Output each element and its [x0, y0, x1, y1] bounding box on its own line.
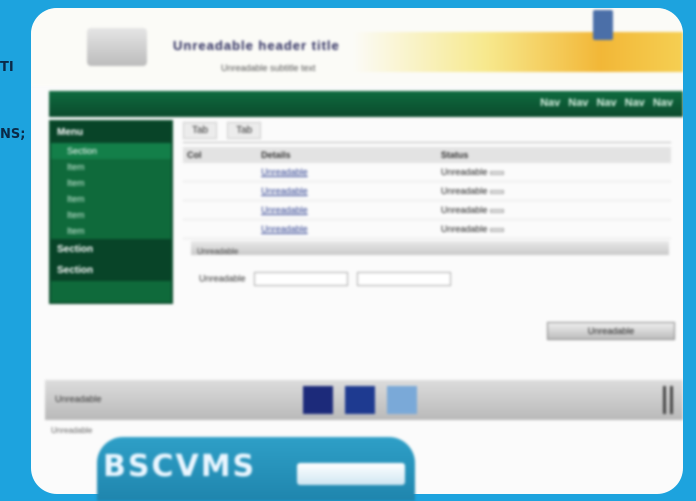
row-status: Unreadable	[440, 186, 488, 196]
edge-text-2: NS;	[0, 127, 26, 142]
table-link[interactable]: Unreadable	[257, 181, 437, 201]
column-header: Col	[183, 147, 258, 163]
edge-text-1: TI	[0, 60, 14, 75]
nav-item[interactable]: Nav	[653, 97, 673, 109]
taskbar-app-icon[interactable]	[345, 386, 375, 414]
taskbar-app-icon[interactable]	[303, 386, 333, 414]
form-field[interactable]	[254, 272, 349, 286]
footer-text: Unreadable	[51, 426, 93, 435]
top-navbar: Nav Nav Nav Nav Nav	[49, 91, 683, 117]
taskbar-bars	[663, 386, 673, 414]
main-content: Tab Tab Col Details Status Unreadable Un…	[183, 122, 671, 332]
sidebar-item[interactable]: Section	[51, 143, 171, 159]
form-row: Unreadable	[199, 272, 451, 286]
table-cell	[183, 163, 258, 182]
site-subtitle: Unreadable subtitle text	[221, 63, 316, 73]
promo-bar	[297, 463, 405, 485]
table-link[interactable]: Unreadable	[257, 219, 437, 239]
nav-item[interactable]: Nav	[568, 97, 588, 109]
row-action-button[interactable]	[489, 228, 504, 232]
tab-row: Tab Tab	[183, 122, 671, 143]
sidebar: Menu Section Item Item Item Item Item Se…	[49, 120, 173, 304]
table-link[interactable]: Unreadable	[257, 200, 437, 220]
site-logo	[87, 28, 147, 66]
sidebar-item[interactable]: Item	[51, 191, 171, 207]
column-header: Details	[257, 147, 437, 163]
nav-item[interactable]: Nav	[540, 97, 560, 109]
site-header: Unreadable header title Unreadable subti…	[31, 8, 683, 86]
form-label: Unreadable	[199, 273, 246, 284]
site-title: Unreadable header title	[173, 38, 340, 53]
taskbar-bar	[663, 386, 666, 414]
sidebar-heading: Menu	[51, 122, 171, 143]
table-row: Unreadable Unreadable	[183, 181, 671, 201]
table-cell: Unreadable	[436, 181, 671, 201]
row-status: Unreadable	[440, 224, 488, 234]
table-cell: Unreadable	[436, 163, 671, 182]
table-row: Unreadable Unreadable	[183, 163, 671, 182]
taskbar: Unreadable	[45, 380, 683, 420]
sidebar-item[interactable]: Item	[51, 207, 171, 223]
sidebar-item[interactable]: Item	[51, 159, 171, 175]
row-action-button[interactable]	[489, 171, 504, 175]
taskbar-label: Unreadable	[55, 394, 102, 404]
table-cell: Unreadable	[436, 219, 671, 239]
nav-items: Nav Nav Nav Nav Nav	[540, 97, 673, 109]
taskbar-app-icon[interactable]	[387, 386, 417, 414]
header-banner	[353, 32, 683, 72]
divider-label: Unreadable	[197, 247, 239, 256]
table-link[interactable]: Unreadable	[257, 163, 437, 182]
promo-logo-text: BSCVMS	[103, 449, 257, 484]
submit-button[interactable]: Unreadable	[547, 322, 675, 340]
header-emblem-icon	[593, 10, 613, 40]
taskbar-bar	[670, 386, 673, 414]
promo-banner: BSCVMS	[97, 437, 415, 501]
table-cell: Unreadable	[436, 200, 671, 220]
tab[interactable]: Tab	[227, 122, 262, 139]
table-cell	[183, 181, 258, 201]
section-divider: Unreadable	[191, 241, 669, 256]
table-row: Unreadable Unreadable	[183, 219, 671, 239]
form-field[interactable]	[356, 272, 451, 286]
table-cell	[183, 200, 258, 220]
sidebar-section[interactable]: Section	[51, 260, 171, 281]
nav-item[interactable]: Nav	[625, 97, 645, 109]
nav-item[interactable]: Nav	[596, 97, 616, 109]
row-action-button[interactable]	[489, 209, 504, 213]
column-header: Status	[436, 147, 671, 163]
row-status: Unreadable	[440, 167, 488, 177]
monitor-screen: Unreadable header title Unreadable subti…	[31, 8, 683, 494]
row-action-button[interactable]	[489, 190, 504, 194]
row-status: Unreadable	[440, 205, 488, 215]
data-table: Col Details Status Unreadable Unreadable…	[183, 147, 671, 239]
table-cell	[183, 219, 258, 239]
tab[interactable]: Tab	[183, 122, 218, 139]
sidebar-section[interactable]: Section	[51, 239, 171, 260]
sidebar-item[interactable]: Item	[51, 175, 171, 191]
table-row: Unreadable Unreadable	[183, 200, 671, 220]
sidebar-item[interactable]: Item	[51, 223, 171, 239]
